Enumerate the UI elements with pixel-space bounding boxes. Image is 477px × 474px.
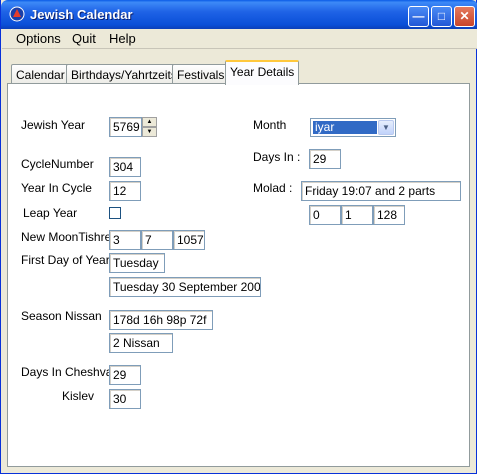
cycle-number-label: CycleNumber xyxy=(21,157,94,171)
maximize-button[interactable]: □ xyxy=(431,6,452,27)
new-moon-label: New MoonTishrei xyxy=(21,230,114,244)
tab-strip: Calendar Birthdays/Yahrtzeits Festivals … xyxy=(7,60,467,85)
first-day-date-field[interactable]: Tuesday 30 September 2008 xyxy=(109,277,261,297)
spin-up-icon[interactable]: ▲ xyxy=(142,117,157,127)
menu-bar: Options Quit Help xyxy=(2,29,477,49)
jewish-year-label: Jewish Year xyxy=(21,118,86,132)
tab-birthdays[interactable]: Birthdays/Yahrtzeits xyxy=(66,64,182,84)
kislev-field[interactable]: 30 xyxy=(109,389,141,409)
maximize-icon: □ xyxy=(437,9,446,23)
app-logo-icon xyxy=(9,6,25,22)
tab-festivals[interactable]: Festivals xyxy=(172,64,230,84)
month-label: Month xyxy=(253,118,287,132)
leap-year-checkbox[interactable] xyxy=(109,207,121,219)
chevron-down-icon[interactable]: ▼ xyxy=(378,120,394,135)
year-in-cycle-field[interactable]: 12 xyxy=(109,181,141,201)
title-bar[interactable]: Jewish Calendar — □ ✕ xyxy=(1,0,477,29)
year-in-cycle-label: Year In Cycle xyxy=(21,181,92,195)
new-moon-hour-field[interactable]: 7 xyxy=(141,230,173,250)
menu-help[interactable]: Help xyxy=(109,31,136,46)
year-details-panel xyxy=(7,83,470,467)
season-nissan-label: Season Nissan xyxy=(21,309,102,323)
month-selected-value: iyar xyxy=(313,121,377,134)
window-title: Jewish Calendar xyxy=(30,7,133,22)
first-day-field[interactable]: Tuesday xyxy=(109,253,165,273)
days-cheshvan-field[interactable]: 29 xyxy=(109,365,141,385)
days-in-field[interactable]: 29 xyxy=(309,149,341,169)
leap-year-label: Leap Year xyxy=(23,206,78,220)
minimize-icon: — xyxy=(412,9,425,23)
molad-label: Molad : xyxy=(253,181,293,195)
menu-options[interactable]: Options xyxy=(16,31,61,46)
days-cheshvan-label: Days In Cheshvan xyxy=(21,365,120,379)
first-day-label: First Day of Year xyxy=(21,253,110,267)
molad-part-2-field[interactable]: 1 xyxy=(341,205,373,225)
molad-field[interactable]: Friday 19:07 and 2 parts xyxy=(301,181,461,201)
tab-calendar[interactable]: Calendar xyxy=(11,64,70,84)
jewish-year-spinner[interactable]: ▲ ▼ xyxy=(142,117,157,137)
new-moon-day-field[interactable]: 3 xyxy=(109,230,141,250)
new-moon-parts-field[interactable]: 1057 xyxy=(173,230,205,250)
month-select[interactable]: iyar ▼ xyxy=(310,118,396,137)
season-nissan-field[interactable]: 178d 16h 98p 72f xyxy=(109,310,213,330)
days-in-label: Days In : xyxy=(253,150,301,164)
close-icon: ✕ xyxy=(459,9,470,23)
kislev-label: Kislev xyxy=(62,389,95,403)
molad-part-1-field[interactable]: 0 xyxy=(309,205,341,225)
season-nissan-date-field[interactable]: 2 Nissan xyxy=(109,333,173,353)
app-window: Jewish Calendar — □ ✕ Options Quit Help … xyxy=(0,0,477,474)
menu-quit[interactable]: Quit xyxy=(72,31,96,46)
tab-year-details[interactable]: Year Details xyxy=(225,60,300,85)
close-button[interactable]: ✕ xyxy=(454,6,475,27)
molad-part-3-field[interactable]: 128 xyxy=(373,205,405,225)
minimize-button[interactable]: — xyxy=(408,6,429,27)
jewish-year-input[interactable]: 5769 xyxy=(109,117,142,137)
spin-down-icon[interactable]: ▼ xyxy=(142,127,157,137)
cycle-number-field[interactable]: 304 xyxy=(109,157,141,177)
